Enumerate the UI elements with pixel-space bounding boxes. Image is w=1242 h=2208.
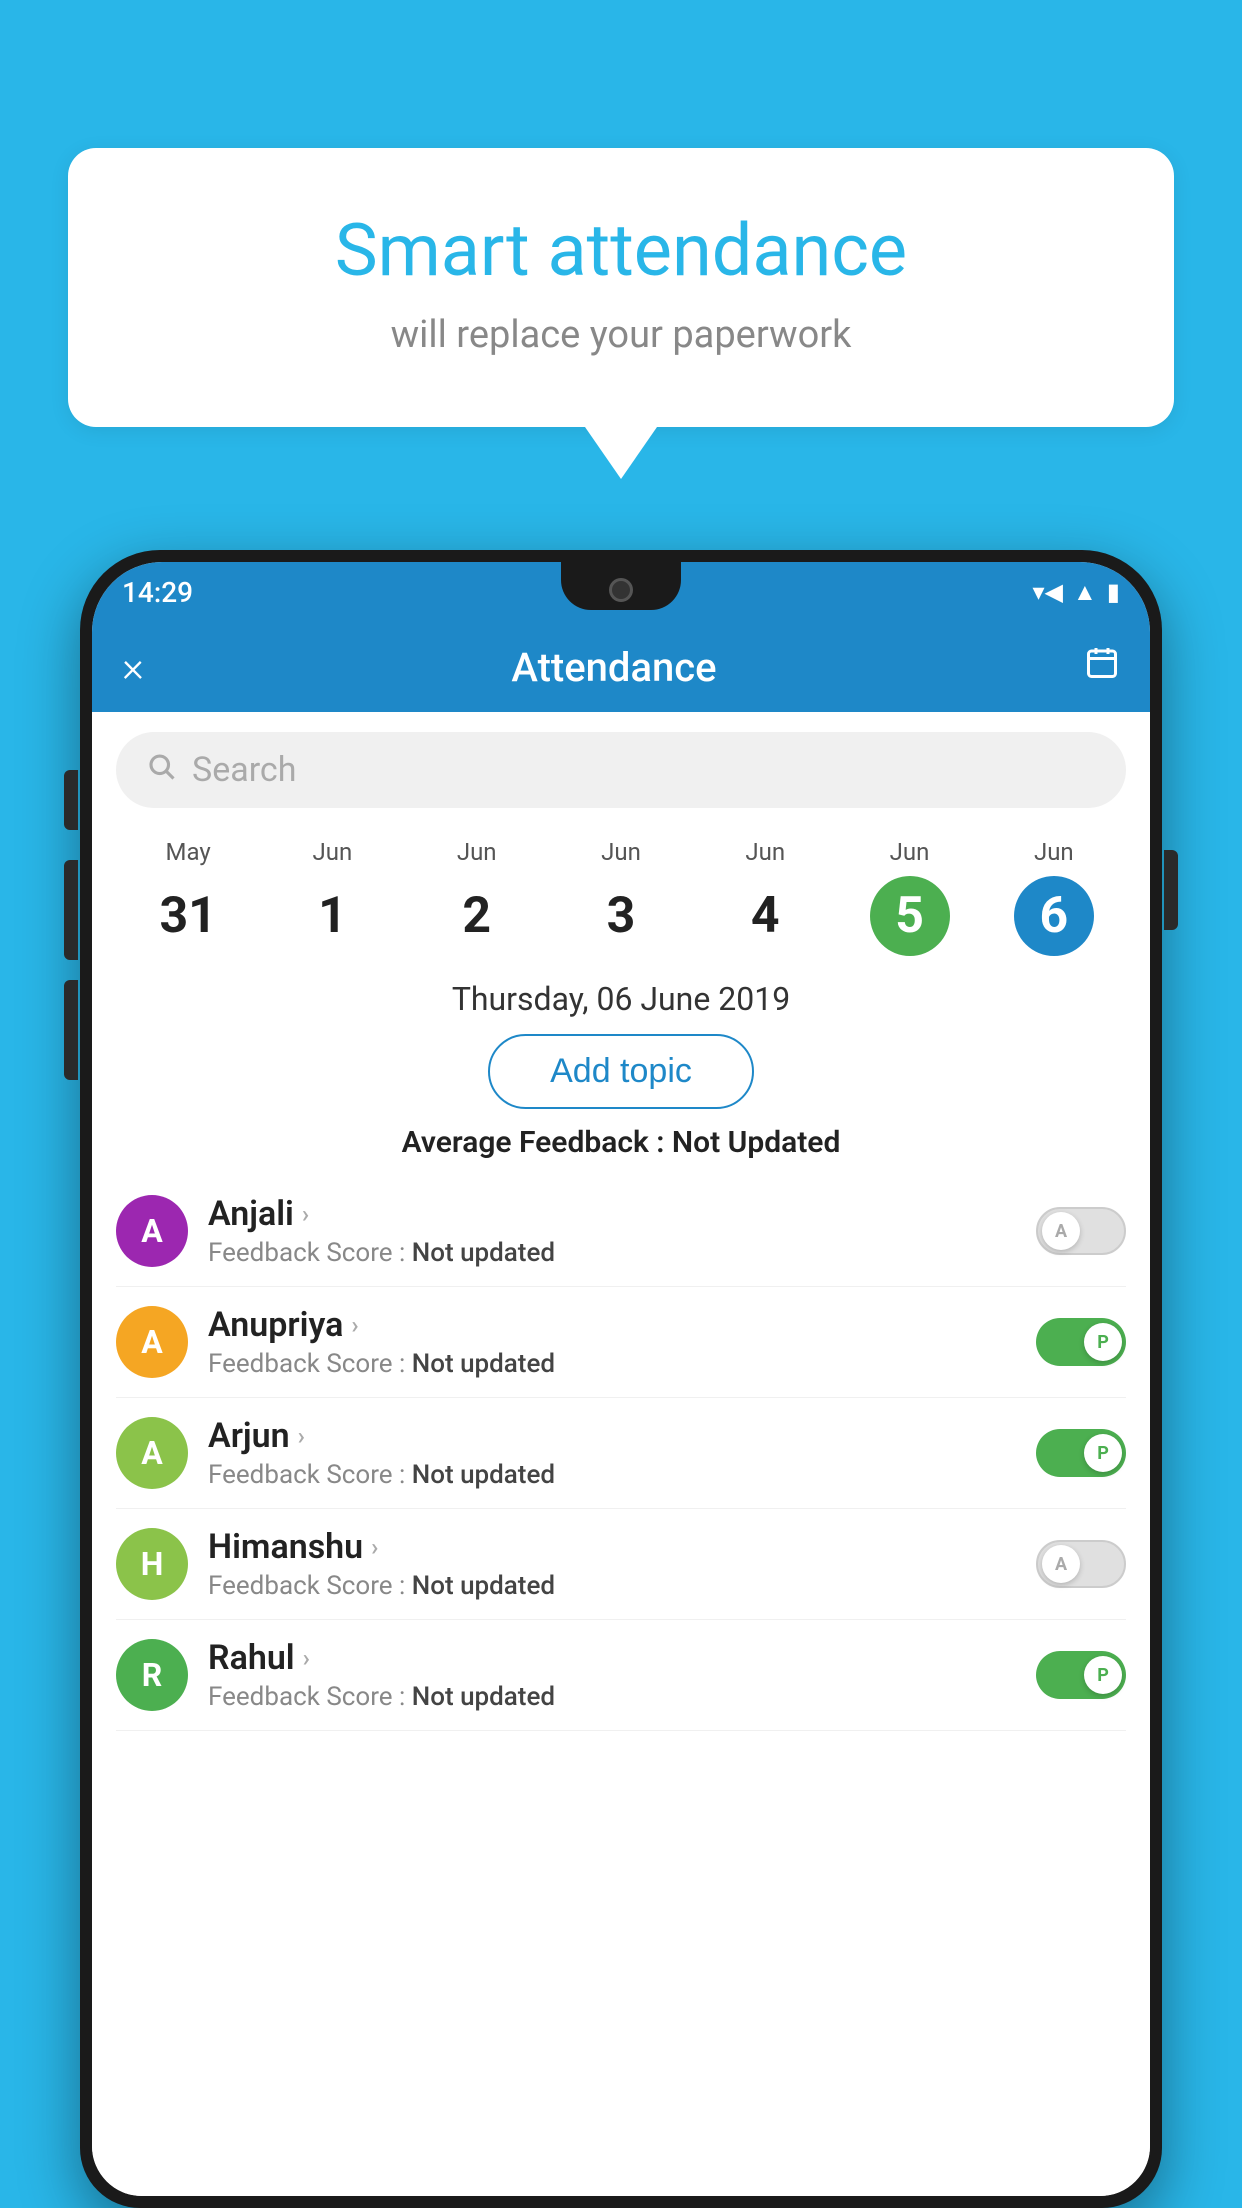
selected-date-label: Thursday, 06 June 2019 — [92, 980, 1150, 1018]
cal-date-number: 5 — [870, 876, 950, 956]
calendar-icon[interactable] — [1084, 645, 1120, 690]
student-name[interactable]: Rahul › — [208, 1638, 1016, 1678]
bubble-title: Smart attendance — [148, 208, 1094, 293]
student-name[interactable]: Anupriya › — [208, 1305, 1016, 1345]
student-list: AAnjali ›Feedback Score : Not updatedAAA… — [92, 1176, 1150, 1731]
calendar-day-4[interactable]: Jun 4 — [693, 838, 837, 956]
avatar: R — [116, 1639, 188, 1711]
phone-screen: 14:29 ▾◀ ▲ ▮ × Attendance — [92, 562, 1150, 2196]
cal-date-number: 3 — [581, 876, 661, 956]
attendance-toggle[interactable]: P — [1036, 1318, 1126, 1366]
phone-notch — [561, 562, 681, 610]
student-info: Arjun › Feedback Score : Not updated — [208, 1416, 1016, 1490]
student-info: Anjali › Feedback Score : Not updated — [208, 1194, 1016, 1268]
add-topic-button[interactable]: Add topic — [488, 1034, 754, 1109]
search-bar[interactable]: Search — [116, 732, 1126, 808]
mute-button — [64, 770, 78, 830]
close-button[interactable]: × — [122, 643, 144, 692]
toggle-knob: A — [1042, 1545, 1080, 1583]
calendar-day-0[interactable]: May 31 — [116, 838, 260, 956]
cal-date-number: 6 — [1014, 876, 1094, 956]
cal-month-label: Jun — [890, 838, 930, 866]
signal-icon: ▲ — [1073, 578, 1097, 607]
cal-month-label: Jun — [745, 838, 785, 866]
avg-feedback-label: Average Feedback : — [402, 1125, 672, 1160]
wifi-icon: ▾◀ — [1033, 578, 1064, 606]
bubble-subtitle: will replace your paperwork — [148, 313, 1094, 357]
student-info: Rahul › Feedback Score : Not updated — [208, 1638, 1016, 1712]
calendar-strip: May 31 Jun 1 Jun 2 Jun 3 Jun 4 Jun 5 Jun 6 — [92, 828, 1150, 972]
student-item: A Anupriya › Feedback Score : Not updated P — [116, 1287, 1126, 1398]
student-item: H Himanshu › Feedback Score : Not updated A — [116, 1509, 1126, 1620]
avatar: A — [116, 1306, 188, 1378]
cal-month-label: May — [166, 838, 211, 866]
student-name[interactable]: Himanshu › — [208, 1527, 1016, 1567]
toggle-knob: P — [1084, 1434, 1122, 1472]
status-time: 14:29 — [122, 576, 193, 609]
student-item: A Arjun › Feedback Score : Not updated P — [116, 1398, 1126, 1509]
front-camera — [609, 578, 633, 602]
feedback-score: Feedback Score : Not updated — [208, 1460, 1016, 1490]
search-icon — [146, 751, 176, 789]
battery-icon: ▮ — [1107, 578, 1120, 606]
search-placeholder: Search — [192, 750, 296, 790]
cal-date-number: 2 — [437, 876, 517, 956]
cal-date-number: 4 — [725, 876, 805, 956]
speech-bubble-container: Smart attendance will replace your paper… — [68, 148, 1174, 427]
volume-down-button — [64, 980, 78, 1080]
volume-up-button — [64, 860, 78, 960]
student-item: R Rahul › Feedback Score : Not updated P — [116, 1620, 1126, 1731]
avatar: A — [116, 1417, 188, 1489]
feedback-score: Feedback Score : Not updated — [208, 1682, 1016, 1712]
chevron-icon: › — [302, 1200, 309, 1228]
calendar-day-5[interactable]: Jun 5 — [837, 838, 981, 956]
cal-month-label: Jun — [313, 838, 353, 866]
attendance-toggle[interactable]: A — [1036, 1207, 1126, 1255]
student-item: A Anjali › Feedback Score : Not updated A — [116, 1176, 1126, 1287]
student-info: Himanshu › Feedback Score : Not updated — [208, 1527, 1016, 1601]
speech-bubble: Smart attendance will replace your paper… — [68, 148, 1174, 427]
cal-month-label: Jun — [1034, 838, 1074, 866]
toggle-knob: A — [1042, 1212, 1080, 1250]
toggle-knob: P — [1084, 1323, 1122, 1361]
avg-feedback: Average Feedback : Not Updated — [92, 1125, 1150, 1160]
student-info: Anupriya › Feedback Score : Not updated — [208, 1305, 1016, 1379]
student-name[interactable]: Arjun › — [208, 1416, 1016, 1456]
avg-feedback-value: Not Updated — [672, 1125, 840, 1160]
chevron-icon: › — [351, 1311, 358, 1339]
calendar-day-3[interactable]: Jun 3 — [549, 838, 693, 956]
feedback-score: Feedback Score : Not updated — [208, 1238, 1016, 1268]
feedback-score: Feedback Score : Not updated — [208, 1571, 1016, 1601]
toggle-knob: P — [1084, 1656, 1122, 1694]
attendance-toggle[interactable]: A — [1036, 1540, 1126, 1588]
student-name[interactable]: Anjali › — [208, 1194, 1016, 1234]
app-header: × Attendance — [92, 622, 1150, 712]
phone-frame: 14:29 ▾◀ ▲ ▮ × Attendance — [80, 550, 1162, 2208]
app-content: Search May 31 Jun 1 Jun 2 Jun 3 Jun 4 Jun 5 Jun 6 Thu… — [92, 712, 1150, 2196]
chevron-icon: › — [303, 1644, 310, 1672]
status-icons: ▾◀ ▲ ▮ — [1033, 578, 1121, 607]
cal-date-number: 1 — [292, 876, 372, 956]
calendar-day-2[interactable]: Jun 2 — [405, 838, 549, 956]
calendar-day-6[interactable]: Jun 6 — [982, 838, 1126, 956]
attendance-toggle[interactable]: P — [1036, 1429, 1126, 1477]
cal-month-label: Jun — [457, 838, 497, 866]
cal-date-number: 31 — [148, 876, 228, 956]
calendar-day-1[interactable]: Jun 1 — [260, 838, 404, 956]
chevron-icon: › — [371, 1533, 378, 1561]
cal-month-label: Jun — [601, 838, 641, 866]
attendance-toggle[interactable]: P — [1036, 1651, 1126, 1699]
header-title: Attendance — [511, 644, 716, 691]
power-button — [1164, 850, 1178, 930]
avatar: H — [116, 1528, 188, 1600]
chevron-icon: › — [298, 1422, 305, 1450]
avatar: A — [116, 1195, 188, 1267]
feedback-score: Feedback Score : Not updated — [208, 1349, 1016, 1379]
